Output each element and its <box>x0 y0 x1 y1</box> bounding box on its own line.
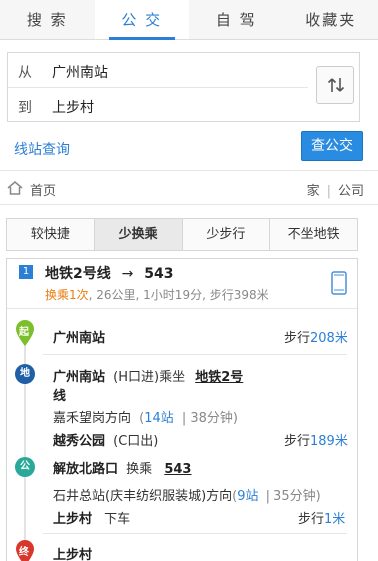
plan-number-badge: 1 <box>19 265 33 279</box>
shortcut-divider: | <box>326 184 331 199</box>
metro-entrance: (H口进)乘坐 <box>113 370 186 385</box>
to-row[interactable]: 到 上步村 <box>8 88 308 123</box>
bus-icon: 公 <box>15 457 35 477</box>
walk-label: 步行 <box>284 434 311 449</box>
bus-line-link[interactable]: 543 <box>164 462 191 477</box>
bus-walk: 步行1米 <box>298 508 345 527</box>
tab-transit[interactable]: 公 交 <box>94 0 189 40</box>
from-field[interactable]: 广州南站 <box>52 62 108 82</box>
bus-icon-label: 公 <box>20 461 30 472</box>
bus-duration: 35分钟 <box>273 489 316 504</box>
home-icon[interactable] <box>7 181 23 195</box>
step-divider <box>43 533 347 534</box>
step-divider <box>43 354 347 355</box>
shortcut-links: 家 | 公司 <box>307 180 364 199</box>
from-row[interactable]: 从 广州南站 <box>8 53 308 88</box>
tab-search[interactable]: 搜 索 <box>0 0 95 39</box>
bus-direction: 石井总站(庆丰纺织服装城)方向 <box>53 489 233 504</box>
walk-label: 步行 <box>298 512 325 527</box>
start-station[interactable]: 广州南站 <box>53 327 105 346</box>
info-sep: | <box>265 489 271 504</box>
metro-icon: 地 <box>15 364 35 384</box>
bus-transfer-row: 解放北路口 换乘 543 <box>53 458 191 477</box>
plan-metro-line: 地铁2号线 <box>45 266 111 282</box>
metro-stops: 14站 <box>144 411 174 426</box>
to-field[interactable]: 上步村 <box>52 97 94 117</box>
metro-line-link[interactable]: 地铁2号 <box>195 370 243 385</box>
paren-close: ) <box>232 411 238 426</box>
plan-summary: 换乘1次, 26公里, 1小时19分, 步行398米 <box>45 286 269 303</box>
start-marker-label: 起 <box>19 327 29 338</box>
end-marker-label: 终 <box>19 547 29 558</box>
top-tabs: 搜 索 公 交 自 驾 收藏夹 <box>0 0 378 40</box>
metro-alight-row: 越秀公园 (C口出) <box>53 430 158 449</box>
plan-bus-line: 543 <box>144 266 174 282</box>
walk-distance: 189米 <box>310 434 348 449</box>
metro-direction-row: 嘉禾望岗方向 (14站 | 38分钟) <box>53 407 238 426</box>
line-station-query-link[interactable]: 线站查询 <box>14 139 70 159</box>
tab-favorites[interactable]: 收藏夹 <box>284 0 378 39</box>
bus-alight-station[interactable]: 上步村 <box>53 512 92 527</box>
end-station[interactable]: 上步村 <box>53 544 92 561</box>
metro-walk: 步行189米 <box>284 430 348 449</box>
paren-close: ) <box>315 489 321 504</box>
filter-fastest[interactable]: 较快捷 <box>7 219 95 250</box>
plan-transfer-count: 换乘1次 <box>45 288 89 302</box>
bus-station[interactable]: 解放北路口 <box>53 462 118 477</box>
plan-title: 地铁2号线 → 543 <box>45 263 173 283</box>
metro-duration: 38分钟 <box>190 411 233 426</box>
metro-icon-label: 地 <box>20 368 30 379</box>
swap-icon <box>327 78 345 92</box>
tab-drive[interactable]: 自 驾 <box>189 0 284 39</box>
info-sep: | <box>181 411 187 426</box>
filter-less-walking[interactable]: 少步行 <box>183 219 271 250</box>
metro-board-line: 广州南站 (H口进)乘坐 地铁2号 <box>53 366 243 385</box>
filter-no-subway[interactable]: 不坐地铁 <box>270 219 357 250</box>
bus-stops: 9站 <box>237 489 259 504</box>
home-link[interactable]: 首页 <box>30 180 56 199</box>
plan-stats: , 26公里, 1小时19分, 步行398米 <box>88 288 269 302</box>
from-label: 从 <box>18 65 32 81</box>
filter-fewer-transfers[interactable]: 少换乘 <box>94 219 183 250</box>
route-plan-card: 1 地铁2号线 → 543 换乘1次, 26公里, 1小时19分, 步行398米… <box>6 258 358 561</box>
metro-alight-station[interactable]: 越秀公园 <box>53 434 105 449</box>
route-filter-tabs: 较快捷 少换乘 少步行 不坐地铁 <box>6 218 358 251</box>
walk-distance: 208米 <box>310 331 348 346</box>
metro-line-link-cont[interactable]: 线 <box>53 385 66 404</box>
bus-transfer-label: 换乘 <box>126 462 153 477</box>
bus-direction-row: 石井总站(庆丰纺织服装城)方向(9站 | 35分钟) <box>53 485 321 504</box>
bus-alight-row: 上步村 下车 <box>53 508 130 527</box>
home-bar: 首页 家 | 公司 <box>0 171 378 205</box>
bus-alight-action: 下车 <box>104 512 131 527</box>
plan-header[interactable]: 1 地铁2号线 → 543 换乘1次, 26公里, 1小时19分, 步行398米 <box>7 259 357 309</box>
walk-label: 步行 <box>284 331 311 346</box>
route-timeline-line <box>24 321 26 561</box>
metro-station[interactable]: 广州南站 <box>53 370 105 385</box>
query-transit-button[interactable]: 查公交 <box>301 131 363 161</box>
start-walk: 步行208米 <box>284 327 348 346</box>
route-input-box: 从 广州南站 到 上步村 <box>7 52 360 122</box>
to-label: 到 <box>18 100 32 116</box>
company-shortcut[interactable]: 公司 <box>338 184 364 199</box>
plan-arrow: → <box>121 266 134 282</box>
phone-icon[interactable] <box>331 271 347 295</box>
home-shortcut[interactable]: 家 <box>307 184 320 199</box>
walk-distance: 1米 <box>324 512 346 527</box>
swap-button[interactable] <box>316 66 354 104</box>
metro-direction: 嘉禾望岗方向 <box>53 411 132 426</box>
metro-exit: (C口出) <box>113 434 159 449</box>
